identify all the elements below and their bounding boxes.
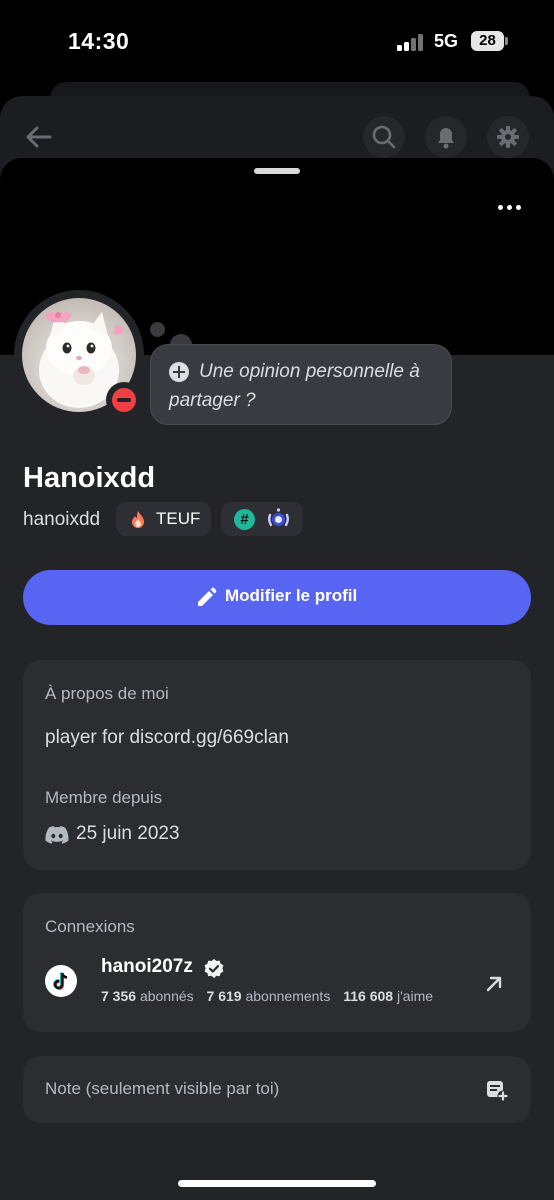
laurel-badge-icon <box>268 508 289 527</box>
status-bar: 14:30 5G 28 <box>0 0 554 80</box>
following-label: abonnements <box>245 988 331 1004</box>
flame-icon <box>132 511 144 528</box>
connections-card: Connexions hanoi207z 7 356 abonnés 7 619… <box>23 893 531 1032</box>
search-button[interactable] <box>363 116 405 158</box>
status-dnd-badge <box>106 382 142 418</box>
home-indicator[interactable] <box>178 1180 376 1187</box>
connection-stats: 7 356 abonnés 7 619 abonnements 116 608 … <box>101 988 433 1004</box>
settings-button[interactable] <box>487 116 529 158</box>
custom-status-bubble[interactable]: Une opinion personnelle à partager ? <box>150 344 452 425</box>
network-type: 5G <box>434 31 459 51</box>
tiktok-icon <box>45 965 77 997</box>
following-count: 7 619 <box>206 988 242 1004</box>
member-since-date: 25 juin 2023 <box>76 823 180 844</box>
external-link-icon[interactable] <box>483 973 505 995</box>
followers-label: abonnés <box>139 988 194 1004</box>
about-card: À propos de moi player for discord.gg/66… <box>23 660 531 870</box>
verified-icon <box>204 959 224 978</box>
note-placeholder: Note (seulement visible par toi) <box>45 1079 280 1098</box>
note-add-icon <box>487 1081 509 1102</box>
dnd-icon <box>112 388 136 412</box>
about-title: À propos de moi <box>45 684 169 703</box>
profile-sheet: Une opinion personnelle à partager ? Han… <box>0 158 554 1200</box>
followers-count: 7 356 <box>101 988 137 1004</box>
battery-icon: 28 <box>471 31 504 51</box>
server-tag-label: TEUF <box>156 509 201 528</box>
about-bio: player for discord.gg/669clan <box>45 727 289 748</box>
edit-profile-label: Modifier le profil <box>225 586 358 605</box>
thought-dot-small <box>150 322 165 337</box>
username: hanoixdd <box>23 509 101 530</box>
gear-icon <box>497 126 519 148</box>
likes-label: j'aime <box>396 988 434 1004</box>
badges-chip[interactable]: # <box>221 502 303 536</box>
discord-logo-icon <box>45 826 69 844</box>
pencil-icon <box>198 587 217 606</box>
connection-name[interactable]: hanoi207z <box>101 956 193 978</box>
more-horizontal-icon[interactable] <box>490 196 528 218</box>
server-tag-chip[interactable]: TEUF <box>116 502 211 536</box>
bell-icon <box>438 128 454 149</box>
battery-tip <box>505 37 508 45</box>
status-prompt: Une opinion personnelle à partager ? <box>169 361 420 411</box>
notifications-button[interactable] <box>425 116 467 158</box>
arrow-left-icon[interactable] <box>22 120 56 154</box>
likes-count: 116 608 <box>343 988 394 1004</box>
connections-title: Connexions <box>45 917 135 936</box>
edit-profile-button[interactable]: Modifier le profil <box>23 570 531 625</box>
display-name: Hanoixdd <box>23 462 156 494</box>
hashtag-badge-icon: # <box>234 509 255 530</box>
member-since-title: Membre depuis <box>45 788 163 807</box>
search-icon <box>372 125 396 149</box>
sheet-drag-handle[interactable] <box>254 168 300 174</box>
note-field[interactable]: Note (seulement visible par toi) <box>23 1056 531 1123</box>
status-time: 14:30 <box>68 28 130 54</box>
signal-icon <box>397 33 425 51</box>
